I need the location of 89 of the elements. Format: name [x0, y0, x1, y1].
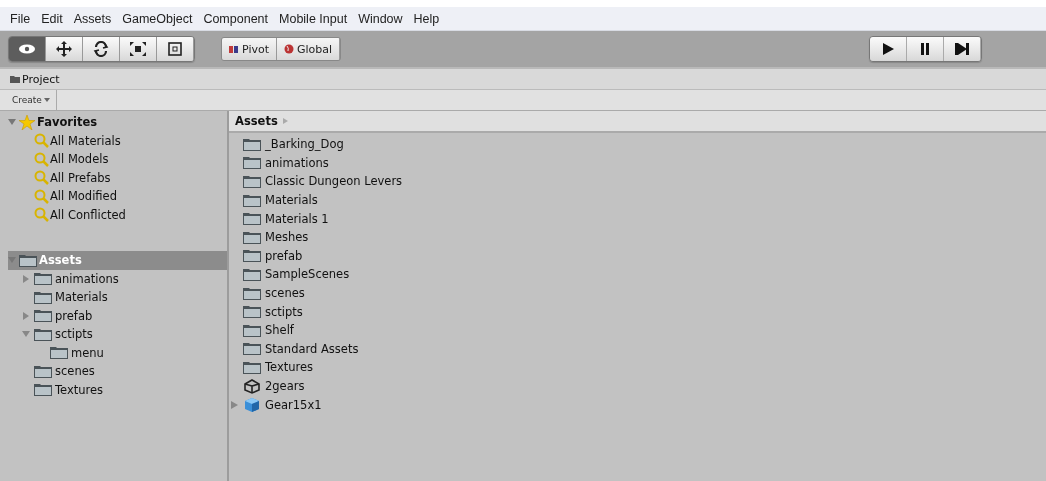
folder-tree-item[interactable]: Textures: [8, 380, 227, 399]
folder-icon: [243, 137, 261, 151]
folder-icon: [243, 286, 261, 300]
favorite-search-item[interactable]: All Modified: [8, 187, 227, 206]
folder-tree-item[interactable]: Materials: [8, 288, 227, 307]
asset-item[interactable]: Meshes: [229, 227, 1046, 247]
breadcrumb-arrow-icon: [282, 118, 288, 124]
folder-icon: [34, 272, 52, 286]
menu-title[interactable]: Help: [413, 11, 440, 26]
asset-item[interactable]: Shelf: [229, 320, 1046, 340]
menu-title[interactable]: GameObject: [122, 11, 193, 26]
menu-title[interactable]: Mobile Input: [279, 11, 348, 26]
asset-item[interactable]: animations: [229, 153, 1046, 173]
tool-button[interactable]: [46, 37, 83, 61]
asset-item[interactable]: prefab: [229, 246, 1046, 266]
play-button[interactable]: [870, 37, 907, 61]
folder-icon: [243, 360, 261, 374]
scale-icon: [129, 41, 147, 57]
rect-icon: [166, 41, 184, 57]
folder-icon: [50, 346, 68, 360]
pivot-icon: [229, 44, 239, 54]
folder-tree-item[interactable]: prefab: [8, 306, 227, 325]
favorite-search-item[interactable]: All Models: [8, 150, 227, 169]
folder-tree-item[interactable]: animations: [8, 269, 227, 288]
pivot-button[interactable]: Pivot: [222, 38, 277, 60]
folder-icon: [34, 383, 52, 397]
tool-button[interactable]: [157, 37, 194, 61]
asset-item[interactable]: scenes: [229, 283, 1046, 303]
folder-tree-item[interactable]: sctipts: [8, 325, 227, 344]
menu-title[interactable]: Component: [203, 11, 268, 26]
step-button[interactable]: [944, 37, 981, 61]
folder-icon: [34, 364, 52, 378]
globe-icon: [284, 44, 294, 54]
asset-item[interactable]: sctipts: [229, 302, 1046, 321]
project-tab[interactable]: Project: [10, 72, 60, 86]
step-icon: [954, 42, 970, 56]
folder-icon: [243, 230, 261, 244]
pause-button[interactable]: [907, 37, 944, 61]
folder-icon: [34, 290, 52, 304]
tool-button[interactable]: [120, 37, 157, 61]
folder-icon: [243, 342, 261, 356]
search-icon: [34, 133, 49, 149]
favorite-search-item[interactable]: All Conflicted: [8, 205, 227, 224]
play-icon: [880, 42, 896, 56]
asset-item[interactable]: Textures: [229, 358, 1046, 377]
asset-item[interactable]: Standard Assets: [229, 339, 1046, 359]
folder-icon: [19, 253, 37, 267]
folder-icon: [243, 156, 261, 170]
menu-title[interactable]: Assets: [73, 11, 112, 26]
asset-item[interactable]: Materials 1: [229, 209, 1046, 228]
asset-item[interactable]: _Barking_Dog: [229, 135, 1046, 154]
search-icon: [34, 170, 49, 186]
menu-title[interactable]: Window: [358, 11, 403, 26]
move-arrows-icon: [55, 41, 73, 57]
tool-button[interactable]: [9, 37, 46, 61]
breadcrumb[interactable]: Assets: [235, 114, 278, 128]
star-icon: [19, 114, 35, 130]
folder-icon: [243, 212, 261, 226]
expanded-arrow-icon[interactable]: [8, 118, 16, 127]
tool-button[interactable]: [83, 37, 120, 61]
menu-title[interactable]: File: [10, 11, 31, 26]
favorite-search-item[interactable]: All Prefabs: [8, 168, 227, 187]
folder-icon: [34, 309, 52, 323]
folder-icon: [34, 327, 52, 341]
asset-item[interactable]: SampleScenes: [229, 265, 1046, 284]
search-icon: [34, 188, 49, 204]
asset-item[interactable]: Classic Dungeon Levers: [229, 172, 1046, 191]
global-button[interactable]: Global: [277, 38, 341, 60]
favorites-header: Favorites: [37, 115, 98, 130]
folder-icon: [243, 249, 261, 263]
cube-icon: [243, 396, 261, 413]
folder-tree-item[interactable]: scenes: [8, 362, 227, 381]
folder-icon: [243, 193, 261, 207]
menu-title[interactable]: Edit: [41, 11, 63, 26]
favorite-search-item[interactable]: All Materials: [8, 131, 227, 150]
caret-icon: [43, 98, 50, 102]
search-icon: [34, 151, 49, 167]
folder-icon: [243, 305, 261, 319]
asset-item[interactable]: 2gears: [229, 376, 1046, 396]
folder-tree-item[interactable]: menu: [8, 343, 227, 362]
folder-icon: [243, 175, 261, 188]
create-dropdown[interactable]: Create: [8, 90, 57, 110]
asset-item[interactable]: Gear15x1: [229, 395, 1046, 414]
folder-icon: [243, 267, 261, 281]
folder-icon: [10, 75, 20, 83]
search-icon: [34, 207, 49, 223]
asset-item[interactable]: Materials: [229, 190, 1046, 210]
rotate-icon: [92, 41, 110, 57]
folder-icon: [243, 323, 261, 337]
